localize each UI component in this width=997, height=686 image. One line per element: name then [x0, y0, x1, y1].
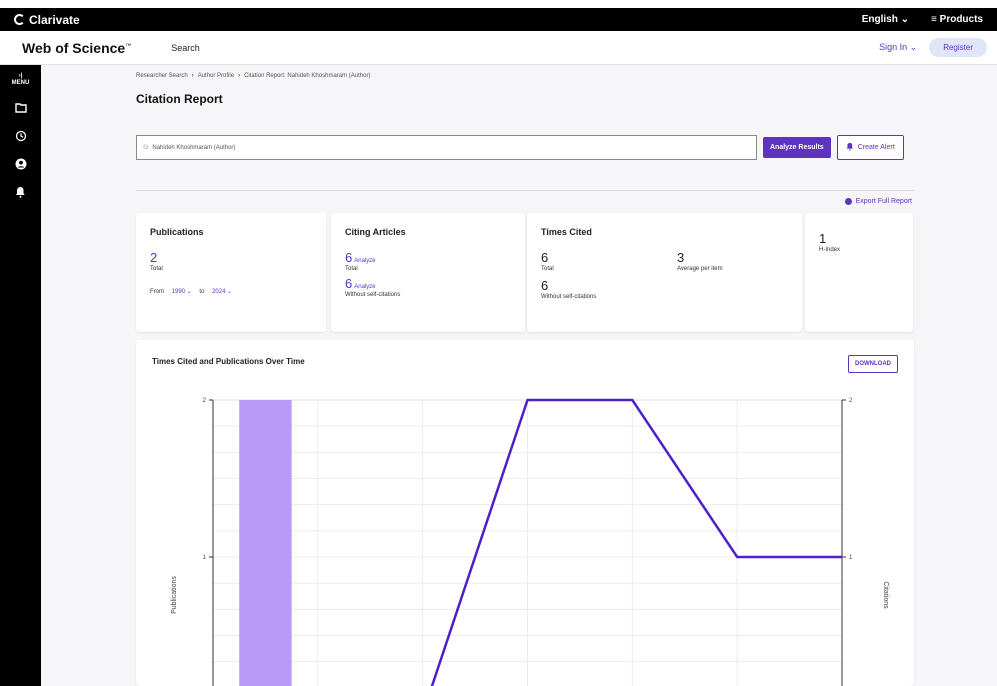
times-cited-chart: 2 2 1 1 Publications Citations [171, 398, 889, 686]
breadcrumb-researcher-search[interactable]: Researcher Search [136, 73, 188, 79]
search-row: ⚇ Nahideh Khoshmaram (Author) Analyze Re… [136, 135, 914, 160]
divider [136, 190, 914, 191]
y-axis-left-label: Publications [171, 576, 178, 614]
average-per-item-label: Average per item [677, 266, 723, 272]
y-axis-right-label: Citations [882, 581, 889, 609]
sidebar: ›| MENU [0, 65, 41, 686]
alert-bell-icon [846, 142, 854, 153]
publication-bar-0 [239, 400, 292, 686]
citing-total[interactable]: 6 Analyze [345, 250, 511, 265]
from-year-select[interactable]: 1990 ⌄ [172, 289, 192, 295]
publications-card: Publications 2 Total From 1990 ⌄ to 2024… [136, 213, 326, 332]
chart-card: Times Cited and Publications Over Time D… [136, 340, 914, 686]
h-index-card: 1 H-Index [805, 213, 913, 332]
search-nav-link[interactable]: Search [171, 43, 200, 53]
publications-value[interactable]: 2 [150, 250, 312, 265]
citing-total-label: Total [345, 266, 358, 272]
author-search-input[interactable]: ⚇ Nahideh Khoshmaram (Author) [136, 135, 757, 160]
publications-title: Publications [150, 227, 204, 237]
create-alert-button[interactable]: Create Alert [836, 135, 904, 160]
bell-icon[interactable] [14, 185, 28, 199]
times-cited-without-self: 6 [541, 278, 549, 293]
to-year-select[interactable]: 2024 ⌄ [212, 289, 232, 295]
main-content: Researcher Search › Author Profile › Citat… [136, 65, 914, 686]
author-search-value: Nahideh Khoshmaram (Author) [152, 144, 236, 151]
h-index-label: H-Index [819, 247, 841, 253]
export-icon [844, 198, 852, 205]
citing-without-self[interactable]: 6 Analyze [345, 276, 511, 291]
times-cited-without-self-label: Without self-citations [541, 294, 597, 300]
breadcrumb: Researcher Search › Author Profile › Citat… [136, 73, 371, 79]
brand-bar: Clarivate English ⌄ ≡ Products [0, 8, 997, 31]
wos-logo[interactable]: Web of Science™ [22, 40, 131, 56]
breadcrumb-author-profile[interactable]: Author Profile [198, 73, 234, 79]
products-menu[interactable]: ≡ Products [931, 14, 983, 25]
export-full-report-link[interactable]: Export Full Report [844, 198, 912, 205]
top-strip [0, 0, 997, 8]
page-title: Citation Report [136, 92, 223, 106]
y-left-tick-label: 1 [203, 555, 207, 561]
analyze-link[interactable]: Analyze [354, 258, 375, 264]
export-label: Export Full Report [855, 198, 912, 205]
clarivate-logo-icon [14, 14, 25, 25]
language-menu[interactable]: English ⌄ [862, 14, 909, 25]
year-range: From 1990 ⌄ to 2024 ⌄ [150, 289, 233, 295]
person-icon: ⚇ [143, 145, 149, 151]
app-bar: Web of Science™ Search Sign In ⌄ Registe… [0, 31, 997, 65]
profile-icon[interactable] [14, 157, 28, 171]
citing-articles-card: Citing Articles 6 Analyze Total 6 Analyze … [331, 213, 525, 332]
times-cited-total-label: Total [541, 266, 554, 272]
times-cited-total: 6 [541, 250, 549, 265]
citing-articles-title: Citing Articles [345, 227, 406, 237]
y-right-tick-label: 1 [849, 555, 853, 561]
create-alert-label: Create Alert [857, 144, 895, 151]
register-button[interactable]: Register [929, 38, 987, 57]
brand-name: Clarivate [29, 12, 80, 27]
times-cited-title: Times Cited [541, 227, 592, 237]
average-per-item-value: 3 [677, 250, 685, 265]
analyze-link-2[interactable]: Analyze [354, 284, 375, 290]
analyze-results-button[interactable]: Analyze Results [763, 137, 831, 158]
breadcrumb-current: Citation Report: Nahideh Khoshmaram (Aut… [244, 73, 371, 79]
citing-without-self-label: Without self-citations [345, 292, 401, 298]
publications-label: Total [150, 266, 163, 272]
y-left-tick-label: 2 [203, 398, 207, 404]
clarivate-logo[interactable]: Clarivate [14, 13, 80, 27]
h-index-value: 1 [819, 231, 827, 246]
menu-toggle[interactable]: ›| MENU [12, 73, 30, 87]
sign-in-menu[interactable]: Sign In ⌄ [879, 42, 917, 53]
y-right-tick-label: 2 [849, 398, 853, 404]
times-cited-card: Times Cited 6 Total 3 Average per item 6… [527, 213, 802, 332]
folder-icon[interactable] [14, 101, 28, 115]
history-icon[interactable] [14, 129, 28, 143]
